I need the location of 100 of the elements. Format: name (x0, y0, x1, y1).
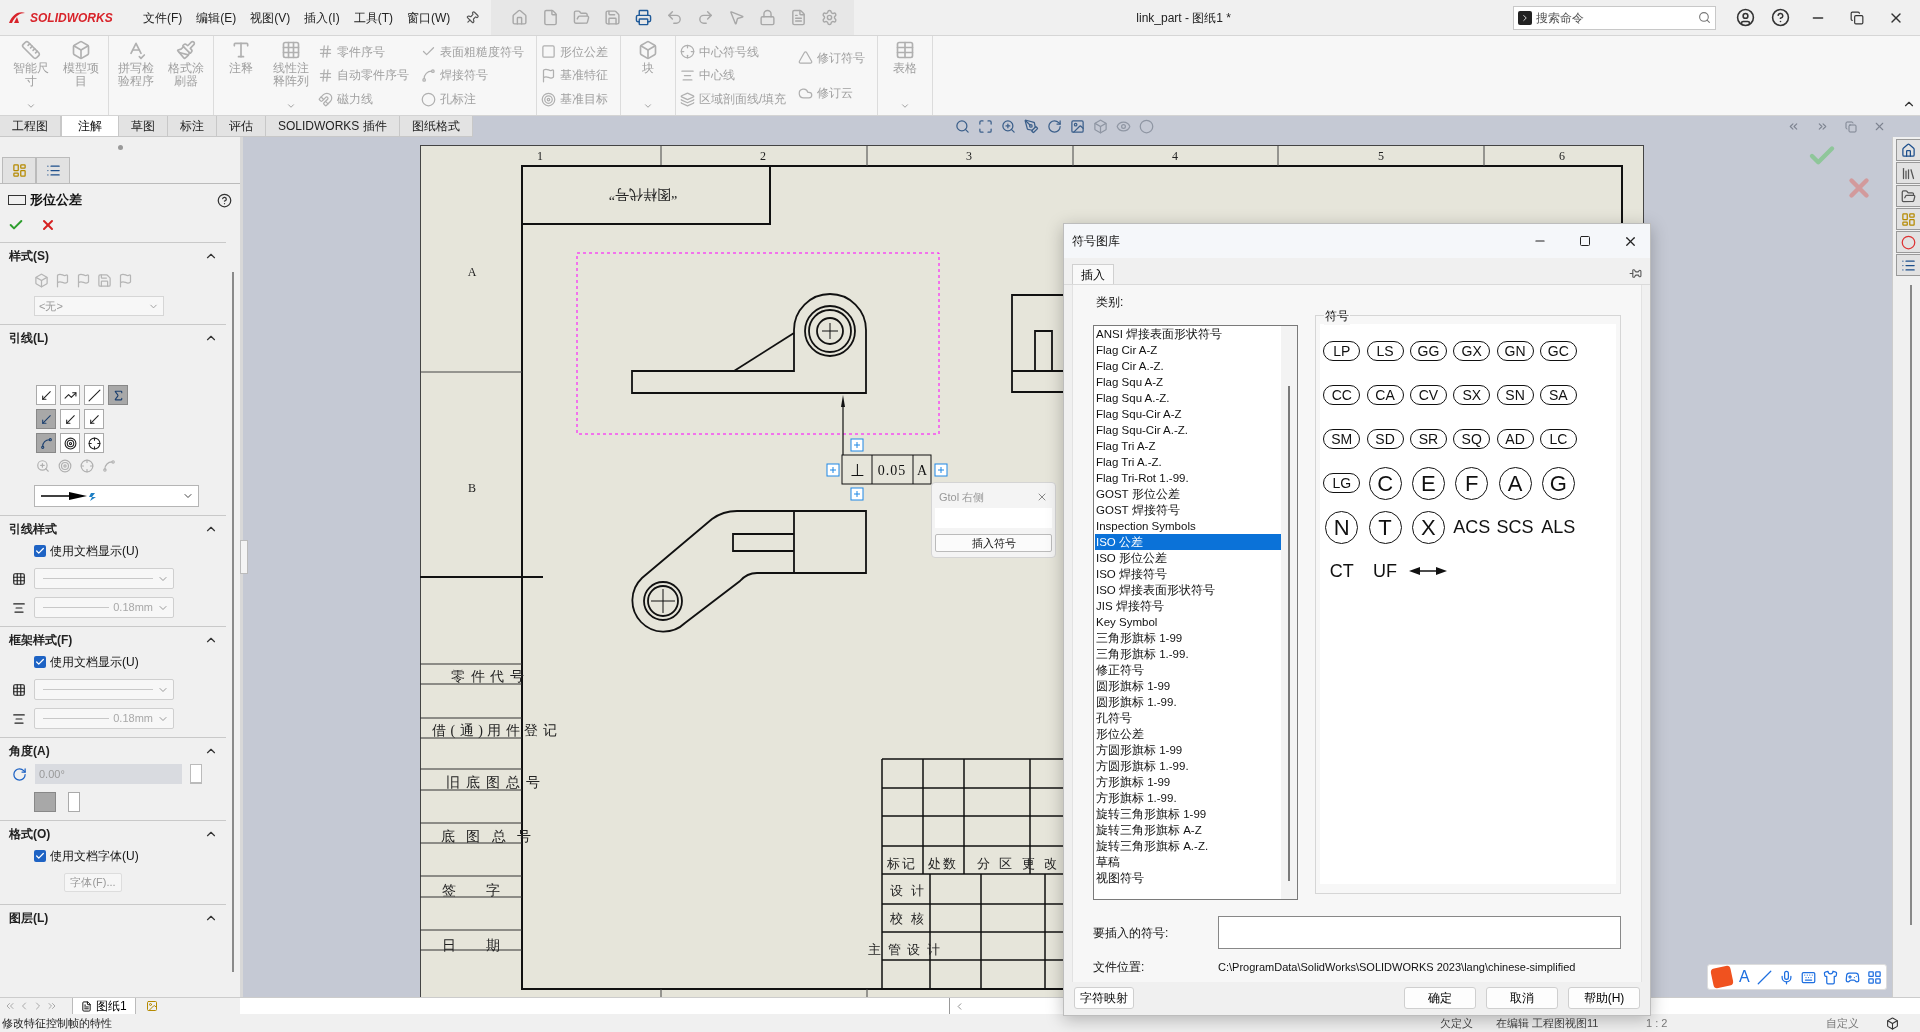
menu-item[interactable]: 窗口(W) (400, 8, 458, 27)
attachment-icon[interactable] (36, 459, 50, 473)
ribbon-tab[interactable]: 草图 (119, 116, 168, 136)
category-item[interactable]: GOST 形位公差 (1095, 486, 1282, 502)
ribbon-tab[interactable]: 图纸格式 (399, 116, 473, 136)
insert-symbol-button[interactable]: 插入符号 (935, 534, 1052, 552)
double-arrow-icon[interactable] (1409, 566, 1448, 576)
add-sheet-icon[interactable] (145, 1000, 158, 1012)
account-icon[interactable] (1736, 8, 1755, 27)
category-item[interactable]: 视图符号 (1095, 870, 1282, 886)
category-item[interactable]: 圆形旗标 1.-99. (1095, 694, 1282, 710)
frame-vertical-button[interactable] (68, 792, 80, 812)
add-handle-icon[interactable] (850, 438, 864, 452)
task-pane-tab[interactable] (1896, 254, 1920, 276)
category-item[interactable]: 方形旗标 1-99 (1095, 774, 1282, 790)
menu-item[interactable]: 文件(F) (136, 8, 190, 27)
category-item[interactable]: 草稿 (1095, 854, 1282, 870)
attachment-icon[interactable] (102, 459, 116, 473)
ime-tool-icon[interactable] (1844, 969, 1860, 985)
menu-item[interactable]: 插入(I) (297, 8, 347, 27)
ribbon-tab[interactable]: 注解 (61, 116, 119, 136)
ime-tool-icon[interactable] (1822, 969, 1838, 985)
category-item[interactable]: JIS 焊接符号 (1095, 598, 1282, 614)
restore-icon[interactable] (1850, 10, 1864, 25)
view-tool-icon[interactable] (1092, 119, 1108, 134)
pin-icon[interactable] (1629, 267, 1642, 280)
task-pane-tab[interactable] (1896, 139, 1920, 161)
dialog-button[interactable]: 取消 (1486, 986, 1558, 1009)
style-tool-icon[interactable] (34, 273, 49, 288)
leader-type-button[interactable] (84, 409, 104, 429)
symbol-item[interactable]: UF (1373, 557, 1398, 585)
category-item[interactable]: 孔符号 (1095, 710, 1282, 726)
category-item[interactable]: 方圆形旗标 1-99 (1095, 742, 1282, 758)
symbol-item[interactable]: ALS (1541, 513, 1576, 541)
scrollbar[interactable] (1910, 285, 1912, 925)
search-icon[interactable] (1698, 11, 1711, 24)
ime-logo-icon[interactable] (1710, 965, 1734, 989)
category-item[interactable]: Inspection Symbols (1095, 518, 1282, 534)
scrollbar[interactable] (1288, 386, 1291, 881)
category-item[interactable]: 旋转三角形旗标 A-Z (1095, 822, 1282, 838)
add-handle-icon[interactable] (826, 463, 840, 477)
ribbon-tab[interactable]: SOLIDWORKS 插件 (266, 116, 400, 136)
category-item[interactable]: 圆形旗标 1-99 (1095, 678, 1282, 694)
units-icon[interactable] (1886, 1016, 1899, 1030)
ime-tool-icon[interactable] (1866, 969, 1882, 985)
attachment-icon[interactable] (80, 459, 94, 473)
tolerance-frame[interactable]: ⊥ 0.05 A (841, 454, 932, 485)
leader-type-button[interactable] (60, 385, 80, 405)
add-handle-icon[interactable] (934, 463, 948, 477)
category-item[interactable]: ISO 焊接符号 (1095, 566, 1282, 582)
cancel-icon[interactable] (40, 217, 56, 233)
category-item[interactable]: Flag Squ-Cir A.-Z. (1095, 422, 1282, 438)
ime-tool-icon[interactable] (1756, 969, 1772, 985)
sheet-nav-icon[interactable] (46, 1000, 58, 1012)
spin-buttons[interactable] (190, 764, 202, 784)
category-item[interactable]: ANSI 焊接表面形状符号 (1095, 326, 1282, 342)
ime-tool-icon[interactable] (1800, 969, 1816, 985)
category-item[interactable]: Key Symbol (1095, 614, 1282, 630)
menu-item[interactable]: 视图(V) (243, 8, 298, 27)
splitter-handle[interactable] (117, 144, 123, 150)
leader-type-button[interactable] (84, 433, 104, 453)
symbol-item[interactable]: CT (1329, 557, 1354, 585)
dialog-button[interactable]: 确定 (1404, 986, 1476, 1009)
view-tool-icon[interactable] (1023, 119, 1039, 134)
category-item[interactable]: Flag Tri-Rot 1.-99. (1095, 470, 1282, 486)
leader-type-button[interactable] (36, 385, 56, 405)
category-item[interactable]: 旋转三角形旗标 A.-Z. (1095, 838, 1282, 854)
category-item[interactable]: GOST 焊接符号 (1095, 502, 1282, 518)
category-item[interactable]: Flag Tri A-Z (1095, 438, 1282, 454)
checkbox[interactable]: 使用文档字体(U) (34, 847, 226, 865)
style-tool-icon[interactable] (55, 273, 70, 288)
insert-symbol-field[interactable] (1218, 916, 1621, 949)
view-tool-icon[interactable] (1069, 119, 1085, 134)
view-tool-icon[interactable] (1138, 119, 1154, 134)
attachment-icon[interactable] (58, 459, 72, 473)
symbol-item[interactable]: ACS (1453, 513, 1491, 541)
leader-type-button[interactable] (60, 433, 80, 453)
style-tool-icon[interactable] (97, 273, 112, 288)
view-tool-icon[interactable] (977, 119, 993, 134)
view-tool-icon[interactable] (954, 119, 970, 134)
style-tool-icon[interactable] (118, 273, 133, 288)
symbol-item[interactable]: SCS (1496, 513, 1534, 541)
task-pane-tab[interactable] (1896, 231, 1920, 253)
category-item[interactable]: 形位公差 (1095, 726, 1282, 742)
ribbon-tab[interactable]: 评估 (217, 116, 266, 136)
add-handle-icon[interactable] (850, 487, 864, 501)
category-item[interactable]: Flag Squ A-Z (1095, 374, 1282, 390)
leader-type-button[interactable] (84, 385, 104, 405)
category-item[interactable]: Flag Squ-Cir A-Z (1095, 406, 1282, 422)
category-item[interactable]: 修正符号 (1095, 662, 1282, 678)
category-item[interactable]: ISO 形位公差 (1095, 550, 1282, 566)
panel-right-icon[interactable] (1816, 120, 1829, 133)
collapse-handle[interactable] (240, 540, 248, 574)
category-item[interactable]: 旋转三角形旗标 1-99 (1095, 806, 1282, 822)
ime-mode-label[interactable]: A (1739, 965, 1750, 989)
property-tab[interactable] (2, 157, 36, 183)
category-item[interactable]: 三角形旗标 1.-99. (1095, 646, 1282, 662)
menu-item[interactable]: 编辑(E) (189, 8, 244, 27)
selection-frame[interactable] (576, 252, 940, 435)
task-pane-tab[interactable] (1896, 185, 1920, 207)
